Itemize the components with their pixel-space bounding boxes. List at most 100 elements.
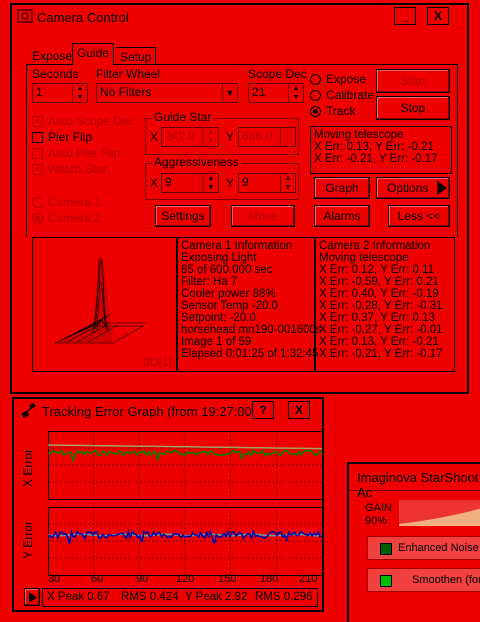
radio-camera2[interactable]	[32, 213, 43, 224]
guide-x-input[interactable]: 242.0 ▲ ▼	[161, 127, 219, 147]
camera2-info-line: Camera 2 Information	[319, 240, 431, 252]
status-line: Moving telescope	[314, 129, 404, 141]
radio-track-label: Track	[326, 104, 356, 118]
auto-scope-dec-checkbox[interactable]: ✓	[32, 116, 43, 127]
auto-pier-flip-label: Auto Pier Flip	[48, 146, 121, 160]
camera1-info-line: Filter: Ha 7	[181, 276, 238, 288]
expand-stats-button[interactable]	[24, 588, 40, 606]
y-error-reference-trace	[48, 533, 323, 537]
alarms-button[interactable]: Alarms	[314, 205, 370, 227]
pier-flip-checkbox[interactable]	[32, 132, 43, 143]
radio-expose[interactable]	[310, 74, 321, 85]
enhanced-noise-row[interactable]: Enhanced Noise R	[367, 536, 480, 560]
camera2-info-line: X Err: 0.37, Y Err: 0.13	[319, 312, 435, 324]
y-error-trace	[48, 528, 323, 545]
radio-calibrate[interactable]	[310, 90, 321, 101]
options-button[interactable]: Options	[376, 177, 450, 199]
enhanced-noise-checkbox[interactable]	[380, 543, 392, 555]
x-tick-label: 90	[136, 573, 149, 585]
radio-track[interactable]	[310, 106, 321, 117]
scope-dec-input[interactable]: 21 ▲ ▼	[248, 83, 304, 103]
agg-y-label: Y	[226, 176, 235, 190]
seconds-value: 1	[36, 85, 43, 99]
guide-y-input[interactable]: 688.0 ▲ ▼	[238, 127, 296, 147]
graph-button[interactable]: Graph	[314, 177, 370, 199]
gain-slider[interactable]	[399, 500, 480, 526]
move-button[interactable]: Move	[231, 205, 295, 227]
radio-camera2-label: Camera 2	[48, 211, 101, 225]
starshoot-window: Imaginova StarShoot Ac GAIN 90% Enhanced…	[347, 462, 480, 622]
x-tick-label: 120	[176, 573, 195, 585]
chevron-down-icon[interactable]: ▼	[222, 84, 237, 102]
camera1-info-line: Image 1 of 59	[181, 336, 252, 348]
camera1-info-line: Elapsed 0:01:25 of 1:32:45	[181, 348, 319, 360]
camera2-info-line: X Err: -0.27, Y Err: -0.01	[319, 324, 443, 336]
status-line: X Err: 0.13, Y Err: -0.21	[314, 141, 434, 153]
start-button[interactable]: Start	[376, 69, 450, 93]
camera-control-titlebar[interactable]: Camera Control _ X	[12, 5, 467, 29]
less-button[interactable]: Less <<	[388, 205, 450, 227]
guide-x-value: 242.0	[165, 129, 196, 143]
x-peak-value: X Peak 0.67	[47, 591, 110, 603]
guide-y-spinner[interactable]: ▲ ▼	[280, 128, 295, 146]
aggressiveness-label: Aggressiveness	[152, 155, 241, 169]
stats-bar: X Peak 0.67 RMS 0.424 Y Peak 2.92 RMS 0.…	[42, 588, 318, 607]
camera1-info-line: Setpoint: -20.0	[181, 312, 256, 324]
tab-expose[interactable]: Expose	[28, 47, 76, 65]
camera1-info-line: 85 of 600.000 sec	[181, 264, 273, 276]
radio-calibrate-label: Calibrate	[326, 88, 375, 102]
agg-y-spinner[interactable]: ▲ ▼	[280, 174, 295, 192]
agg-x-spinner[interactable]: ▲ ▼	[203, 174, 218, 192]
minimize-button[interactable]: _	[394, 7, 416, 25]
seconds-input[interactable]: 1 ▲ ▼	[32, 83, 88, 103]
camera1-info-box: Camera 1 Information Exposing Light 85 o…	[177, 237, 322, 372]
watch-star-label: Watch Star	[48, 162, 107, 176]
agg-x-input[interactable]: 9 ▲ ▼	[161, 173, 219, 193]
status-line: X Err: -0.21, Y Err: -0.17	[314, 153, 438, 165]
watch-star-checkbox[interactable]: ✓	[32, 164, 43, 175]
filter-wheel-label: Filter Wheel	[96, 67, 161, 81]
starshoot-titlebar[interactable]: Imaginova StarShoot Ac	[349, 464, 480, 500]
camera2-info-box: Camera 2 Information Moving telescope X …	[315, 237, 455, 372]
tracking-error-plot	[48, 431, 323, 576]
tracking-graph-titlebar[interactable]: Tracking Error Graph (from 19:27:00Z) ? …	[14, 399, 322, 423]
smoothen-checkbox[interactable]	[380, 575, 392, 587]
agg-x-label: X	[150, 176, 159, 190]
camera1-info-line: Camera 1 Information	[181, 240, 293, 252]
guide-x-label: X	[150, 130, 159, 144]
auto-scope-dec-label: Auto Scope Dec	[48, 114, 135, 128]
tab-guide[interactable]: Guide	[72, 43, 115, 65]
help-button[interactable]: ?	[252, 401, 274, 419]
auto-pier-flip-checkbox[interactable]	[32, 148, 43, 159]
gain-label: GAIN	[365, 502, 392, 514]
filter-wheel-select[interactable]: No Filters ▼	[96, 83, 238, 103]
smoothen-row[interactable]: Smoothen (for	[367, 568, 480, 592]
camera-control-window: Camera Control _ X Expose Guide Setup Se…	[10, 3, 469, 394]
agg-y-input[interactable]: 9 ▲ ▼	[238, 173, 296, 193]
x-error-label: X Error	[21, 449, 35, 488]
tracking-graph-title: Tracking Error Graph (from 19:27:00Z)	[42, 404, 265, 419]
close-button[interactable]: X	[288, 401, 310, 419]
plot-3d-label: 3D[1]	[143, 355, 172, 369]
tab-setup[interactable]: Setup	[116, 47, 157, 65]
app-icon	[17, 9, 33, 23]
star-profile-3d: 3D[1]	[32, 237, 177, 372]
camera2-info-line: X Err: 0.13, Y Err: -0.21	[319, 336, 439, 348]
stop-button[interactable]: Stop	[376, 96, 450, 120]
guide-status-box: Moving telescope X Err: 0.13, Y Err: -0.…	[310, 126, 452, 174]
x-tick-label: 30	[48, 573, 61, 585]
guide-x-spinner[interactable]: ▲ ▼	[203, 128, 218, 146]
camera2-info-line: X Err: -0.28, Y Err: -0.31	[319, 300, 443, 312]
seconds-spinner[interactable]: ▲ ▼	[72, 84, 87, 102]
x-tick-label: 210	[299, 573, 318, 585]
seconds-label: Seconds	[32, 67, 79, 81]
triangle-right-icon	[437, 181, 447, 195]
settings-button[interactable]: Settings	[155, 205, 211, 227]
scope-dec-spinner[interactable]: ▲ ▼	[288, 84, 303, 102]
x-tick-label: 150	[218, 573, 237, 585]
radio-camera1[interactable]	[32, 197, 43, 208]
enhanced-noise-label: Enhanced Noise R	[398, 542, 480, 554]
gain-curve	[399, 508, 480, 526]
tracking-graph-window: Tracking Error Graph (from 19:27:00Z) ? …	[12, 397, 324, 612]
close-button[interactable]: X	[427, 7, 449, 25]
